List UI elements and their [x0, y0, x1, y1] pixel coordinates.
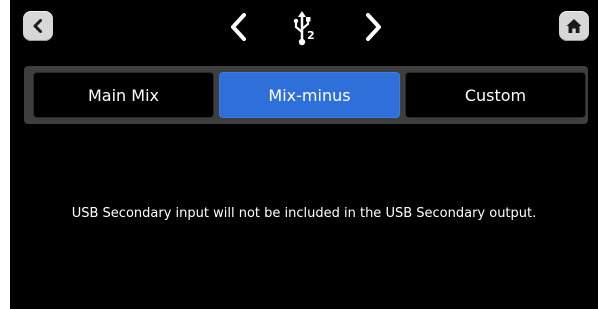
usb-port-indicator: 2	[288, 8, 328, 48]
chevron-left-icon	[231, 13, 246, 41]
mix-mode-tab-bar: Main Mix Mix-minus Custom	[24, 66, 588, 124]
mode-description: USB Secondary input will not be included…	[71, 206, 537, 221]
tab-mix-minus[interactable]: Mix-minus	[219, 72, 400, 118]
device-screen: 2 Main Mix Mix-minus Custom USB Secondar…	[10, 0, 598, 309]
usb-icon	[293, 11, 311, 46]
usb-port-number: 2	[307, 29, 315, 42]
home-icon	[566, 19, 582, 33]
chevron-left-icon	[33, 19, 42, 33]
previous-button[interactable]	[222, 10, 256, 44]
chevron-right-icon	[366, 13, 381, 41]
next-button[interactable]	[356, 10, 390, 44]
home-button[interactable]	[559, 11, 589, 41]
tab-custom[interactable]: Custom	[405, 72, 586, 118]
back-button[interactable]	[23, 11, 53, 41]
tab-main-mix[interactable]: Main Mix	[33, 72, 214, 118]
